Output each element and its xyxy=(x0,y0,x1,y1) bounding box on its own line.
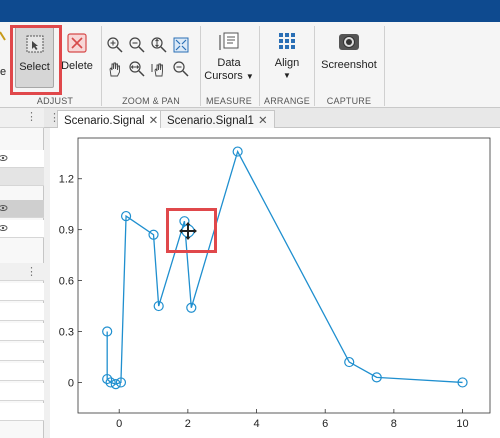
section-label-capture: CAPTURE xyxy=(326,96,372,106)
list-item[interactable] xyxy=(0,150,44,168)
panel-menu-icon[interactable]: ⋮ xyxy=(26,265,37,278)
data-cursors-button[interactable]: Data Cursors ▼ xyxy=(202,26,256,92)
close-tab-icon[interactable]: ✕ xyxy=(149,115,159,127)
list-item[interactable] xyxy=(0,220,44,238)
cursor-highlight-box xyxy=(166,208,217,253)
align-button[interactable]: Align ▼ xyxy=(263,26,311,92)
x-tick-label: 8 xyxy=(391,418,397,430)
section-label-measure: MEASURE xyxy=(206,96,252,106)
cut-off-tool-label: e xyxy=(0,66,7,78)
y-tick-label: 0.6 xyxy=(59,276,74,288)
left-panel: ⋮ ⋮ xyxy=(0,108,44,438)
y-tick-label: 1.2 xyxy=(59,174,74,186)
y-tick-label: 0 xyxy=(68,377,74,389)
pan-y-icon[interactable] xyxy=(150,60,168,78)
list-item[interactable] xyxy=(0,168,44,186)
signal-chart[interactable]: 0 2 4 6 8 10 0 0.3 0.6 0.9 1.2 xyxy=(50,128,500,438)
title-bar xyxy=(0,0,500,22)
section-label-arrange: ARRANGE xyxy=(264,96,310,106)
data-cursors-icon xyxy=(219,32,239,50)
axes-box xyxy=(77,137,491,414)
delete-button-label: Delete xyxy=(61,60,93,72)
select-highlight-box xyxy=(10,25,62,95)
list-item[interactable] xyxy=(0,343,44,361)
section-label-zoom-pan: ZOOM & PAN xyxy=(122,96,180,106)
panel-header: ⋮ xyxy=(0,108,44,128)
list-item[interactable] xyxy=(0,403,44,421)
list-item[interactable] xyxy=(0,303,44,321)
fit-to-view-icon[interactable] xyxy=(172,36,190,54)
x-tick-label: 0 xyxy=(116,418,122,430)
tab-scenario-signal[interactable]: Scenario.Signal ✕ xyxy=(57,110,166,128)
delete-button[interactable]: Delete xyxy=(58,26,96,88)
chevron-down-icon: ▼ xyxy=(283,71,291,80)
tab-scenario-signal1[interactable]: Scenario.Signal1 ✕ xyxy=(160,110,275,128)
x-tick-label: 4 xyxy=(253,418,259,430)
align-grid-icon xyxy=(279,33,295,49)
x-tick-label: 2 xyxy=(185,418,191,430)
tab-label: Scenario.Signal1 xyxy=(167,115,254,127)
eye-icon[interactable] xyxy=(0,204,8,212)
screenshot-label: Screenshot xyxy=(321,59,377,71)
ribbon-divider xyxy=(259,26,260,106)
zoom-in-icon[interactable] xyxy=(106,36,124,54)
ribbon-divider xyxy=(384,26,385,106)
cut-off-tool-icon xyxy=(0,31,6,41)
panel-menu-icon[interactable]: ⋮ xyxy=(26,110,37,123)
data-cursors-label-line2: Cursors ▼ xyxy=(204,70,254,82)
list-item[interactable] xyxy=(0,383,44,401)
pan-icon[interactable] xyxy=(106,60,124,78)
toolstrip-ribbon: e Select Delete ADJUST ZOOM & PAN Data C… xyxy=(0,22,500,108)
delete-icon xyxy=(67,33,87,53)
zoom-reset-icon[interactable] xyxy=(172,60,190,78)
ribbon-divider xyxy=(101,26,102,106)
eye-icon[interactable] xyxy=(0,154,8,162)
list-item[interactable] xyxy=(0,283,44,301)
list-item-selected[interactable] xyxy=(0,200,44,218)
x-tick-label: 10 xyxy=(456,418,468,430)
panel-header: ⋮ xyxy=(0,263,44,281)
tab-label: Scenario.Signal xyxy=(64,115,145,127)
data-cursors-label-line1: Data xyxy=(217,57,241,69)
y-tick-label: 0.3 xyxy=(59,327,74,339)
zoom-y-icon[interactable] xyxy=(150,36,168,54)
list-item[interactable] xyxy=(0,323,44,341)
camera-icon xyxy=(339,34,359,50)
ribbon-divider xyxy=(200,26,201,106)
align-label: Align xyxy=(274,57,300,69)
close-tab-icon[interactable]: ✕ xyxy=(258,115,268,127)
zoom-out-icon[interactable] xyxy=(128,36,146,54)
eye-icon[interactable] xyxy=(0,224,8,232)
screenshot-button[interactable]: Screenshot xyxy=(316,26,382,88)
section-label-adjust: ADJUST xyxy=(36,96,74,106)
plot-area[interactable]: 0 2 4 6 8 10 0 0.3 0.6 0.9 1.2 xyxy=(50,128,500,438)
y-tick-label: 0.9 xyxy=(59,225,74,237)
ribbon-divider xyxy=(314,26,315,106)
zoom-x-icon[interactable] xyxy=(128,60,146,78)
chevron-down-icon: ▼ xyxy=(245,72,254,81)
document-tabs-bar: ⋮ Scenario.Signal ✕ Scenario.Signal1 ✕ xyxy=(0,108,500,128)
list-item[interactable] xyxy=(0,363,44,381)
x-tick-label: 6 xyxy=(322,418,328,430)
